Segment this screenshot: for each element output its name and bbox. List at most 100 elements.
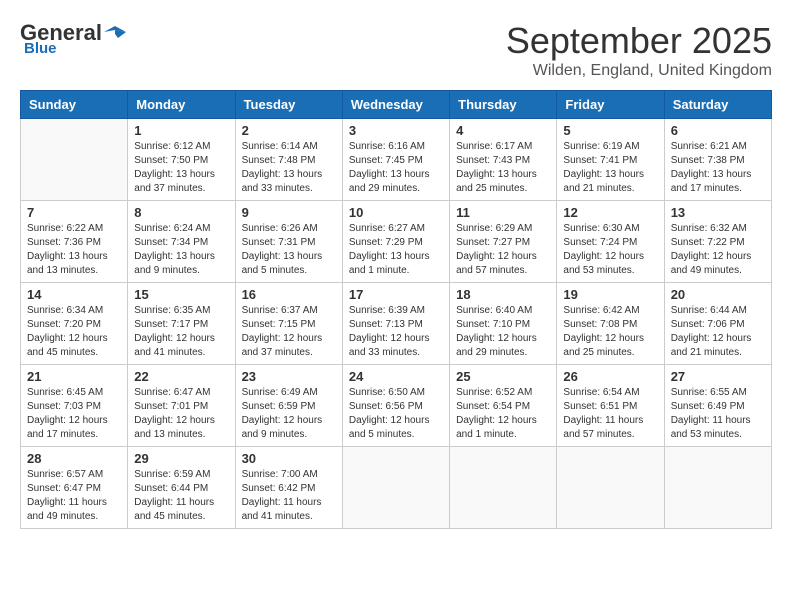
calendar-cell: 7 Sunrise: 6:22 AM Sunset: 7:36 PM Daylig… <box>21 201 128 283</box>
day-number: 12 <box>563 205 657 220</box>
day-detail: Sunrise: 6:40 AM Sunset: 7:10 PM Dayligh… <box>456 304 550 360</box>
month-title: September 2025 <box>506 20 772 62</box>
calendar-cell: 3 Sunrise: 6:16 AM Sunset: 7:45 PM Daylig… <box>342 119 449 201</box>
calendar-cell: 8 Sunrise: 6:24 AM Sunset: 7:34 PM Daylig… <box>128 201 235 283</box>
day-number: 28 <box>27 451 121 466</box>
day-number: 26 <box>563 369 657 384</box>
day-detail: Sunrise: 6:47 AM Sunset: 7:01 PM Dayligh… <box>134 386 228 442</box>
day-number: 11 <box>456 205 550 220</box>
calendar-cell: 30 Sunrise: 7:00 AM Sunset: 6:42 PM Dayli… <box>235 447 342 529</box>
day-detail: Sunrise: 6:42 AM Sunset: 7:08 PM Dayligh… <box>563 304 657 360</box>
calendar-cell: 5Sunrise: 6:19 AM Sunset: 7:41 PM Daylig… <box>557 119 664 201</box>
day-number: 29 <box>134 451 228 466</box>
day-number: 3 <box>349 123 443 138</box>
calendar-cell: 17Sunrise: 6:39 AM Sunset: 7:13 PM Dayli… <box>342 283 449 365</box>
day-detail: Sunrise: 6:57 AM Sunset: 6:47 PM Dayligh… <box>27 468 121 524</box>
calendar-week-row: 7 Sunrise: 6:22 AM Sunset: 7:36 PM Daylig… <box>21 201 772 283</box>
day-detail: Sunrise: 6:22 AM Sunset: 7:36 PM Dayligh… <box>27 222 121 278</box>
col-header-monday: Monday <box>128 91 235 119</box>
calendar-week-row: 21 Sunrise: 6:45 AM Sunset: 7:03 PM Dayli… <box>21 365 772 447</box>
calendar-cell: 21 Sunrise: 6:45 AM Sunset: 7:03 PM Dayli… <box>21 365 128 447</box>
calendar-cell: 18 Sunrise: 6:40 AM Sunset: 7:10 PM Dayli… <box>450 283 557 365</box>
day-detail: Sunrise: 6:54 AM Sunset: 6:51 PM Dayligh… <box>563 386 657 442</box>
day-detail: Sunrise: 6:24 AM Sunset: 7:34 PM Dayligh… <box>134 222 228 278</box>
day-number: 6 <box>671 123 765 138</box>
day-number: 7 <box>27 205 121 220</box>
day-number: 23 <box>242 369 336 384</box>
day-detail: Sunrise: 6:49 AM Sunset: 6:59 PM Dayligh… <box>242 386 336 442</box>
calendar-cell: 19 Sunrise: 6:42 AM Sunset: 7:08 PM Dayli… <box>557 283 664 365</box>
calendar-header-row: SundayMondayTuesdayWednesdayThursdayFrid… <box>21 91 772 119</box>
col-header-friday: Friday <box>557 91 664 119</box>
calendar-week-row: 14 Sunrise: 6:34 AM Sunset: 7:20 PM Dayli… <box>21 283 772 365</box>
day-detail: Sunrise: 6:35 AM Sunset: 7:17 PM Dayligh… <box>134 304 228 360</box>
day-detail: Sunrise: 6:44 AM Sunset: 7:06 PM Dayligh… <box>671 304 765 360</box>
col-header-tuesday: Tuesday <box>235 91 342 119</box>
day-detail: Sunrise: 6:12 AM Sunset: 7:50 PM Dayligh… <box>134 140 228 196</box>
col-header-sunday: Sunday <box>21 91 128 119</box>
day-detail: Sunrise: 7:00 AM Sunset: 6:42 PM Dayligh… <box>242 468 336 524</box>
day-detail: Sunrise: 6:45 AM Sunset: 7:03 PM Dayligh… <box>27 386 121 442</box>
calendar-week-row: 28 Sunrise: 6:57 AM Sunset: 6:47 PM Dayli… <box>21 447 772 529</box>
day-number: 8 <box>134 205 228 220</box>
calendar-cell: 4 Sunrise: 6:17 AM Sunset: 7:43 PM Daylig… <box>450 119 557 201</box>
col-header-wednesday: Wednesday <box>342 91 449 119</box>
logo: General Blue <box>20 20 128 57</box>
calendar-cell: 15 Sunrise: 6:35 AM Sunset: 7:17 PM Dayli… <box>128 283 235 365</box>
day-number: 4 <box>456 123 550 138</box>
day-number: 15 <box>134 287 228 302</box>
calendar-cell: 28 Sunrise: 6:57 AM Sunset: 6:47 PM Dayli… <box>21 447 128 529</box>
day-number: 10 <box>349 205 443 220</box>
calendar-cell: 20 Sunrise: 6:44 AM Sunset: 7:06 PM Dayli… <box>664 283 771 365</box>
col-header-thursday: Thursday <box>450 91 557 119</box>
day-number: 18 <box>456 287 550 302</box>
calendar-table: SundayMondayTuesdayWednesdayThursdayFrid… <box>20 90 772 529</box>
calendar-cell: 16Sunrise: 6:37 AM Sunset: 7:15 PM Dayli… <box>235 283 342 365</box>
title-block: September 2025 Wilden, England, United K… <box>506 20 772 80</box>
day-number: 16 <box>242 287 336 302</box>
day-number: 14 <box>27 287 121 302</box>
day-detail: Sunrise: 6:55 AM Sunset: 6:49 PM Dayligh… <box>671 386 765 442</box>
calendar-cell <box>342 447 449 529</box>
calendar-cell <box>557 447 664 529</box>
day-number: 2 <box>242 123 336 138</box>
page-header: General Blue September 2025 Wilden, Engl… <box>20 20 772 80</box>
calendar-cell: 13Sunrise: 6:32 AM Sunset: 7:22 PM Dayli… <box>664 201 771 283</box>
day-detail: Sunrise: 6:26 AM Sunset: 7:31 PM Dayligh… <box>242 222 336 278</box>
calendar-cell: 1Sunrise: 6:12 AM Sunset: 7:50 PM Daylig… <box>128 119 235 201</box>
day-number: 24 <box>349 369 443 384</box>
calendar-cell: 2Sunrise: 6:14 AM Sunset: 7:48 PM Daylig… <box>235 119 342 201</box>
day-number: 27 <box>671 369 765 384</box>
calendar-cell: 14 Sunrise: 6:34 AM Sunset: 7:20 PM Dayli… <box>21 283 128 365</box>
calendar-cell <box>664 447 771 529</box>
day-number: 13 <box>671 205 765 220</box>
day-detail: Sunrise: 6:16 AM Sunset: 7:45 PM Dayligh… <box>349 140 443 196</box>
calendar-cell: 25 Sunrise: 6:52 AM Sunset: 6:54 PM Dayli… <box>450 365 557 447</box>
col-header-saturday: Saturday <box>664 91 771 119</box>
day-number: 25 <box>456 369 550 384</box>
day-detail: Sunrise: 6:34 AM Sunset: 7:20 PM Dayligh… <box>27 304 121 360</box>
day-number: 19 <box>563 287 657 302</box>
location: Wilden, England, United Kingdom <box>506 62 772 80</box>
calendar-cell: 27 Sunrise: 6:55 AM Sunset: 6:49 PM Dayli… <box>664 365 771 447</box>
calendar-cell: 9Sunrise: 6:26 AM Sunset: 7:31 PM Daylig… <box>235 201 342 283</box>
logo-blue: Blue <box>24 40 57 57</box>
day-detail: Sunrise: 6:59 AM Sunset: 6:44 PM Dayligh… <box>134 468 228 524</box>
day-number: 30 <box>242 451 336 466</box>
day-number: 17 <box>349 287 443 302</box>
calendar-cell: 24Sunrise: 6:50 AM Sunset: 6:56 PM Dayli… <box>342 365 449 447</box>
calendar-cell: 6Sunrise: 6:21 AM Sunset: 7:38 PM Daylig… <box>664 119 771 201</box>
day-number: 21 <box>27 369 121 384</box>
calendar-cell: 29 Sunrise: 6:59 AM Sunset: 6:44 PM Dayli… <box>128 447 235 529</box>
day-detail: Sunrise: 6:17 AM Sunset: 7:43 PM Dayligh… <box>456 140 550 196</box>
calendar-cell: 23 Sunrise: 6:49 AM Sunset: 6:59 PM Dayli… <box>235 365 342 447</box>
logo-bird-icon <box>104 22 126 44</box>
day-number: 20 <box>671 287 765 302</box>
day-number: 5 <box>563 123 657 138</box>
day-detail: Sunrise: 6:52 AM Sunset: 6:54 PM Dayligh… <box>456 386 550 442</box>
calendar-cell: 26 Sunrise: 6:54 AM Sunset: 6:51 PM Dayli… <box>557 365 664 447</box>
calendar-cell <box>450 447 557 529</box>
calendar-week-row: 1Sunrise: 6:12 AM Sunset: 7:50 PM Daylig… <box>21 119 772 201</box>
calendar-cell: 22Sunrise: 6:47 AM Sunset: 7:01 PM Dayli… <box>128 365 235 447</box>
day-detail: Sunrise: 6:27 AM Sunset: 7:29 PM Dayligh… <box>349 222 443 278</box>
